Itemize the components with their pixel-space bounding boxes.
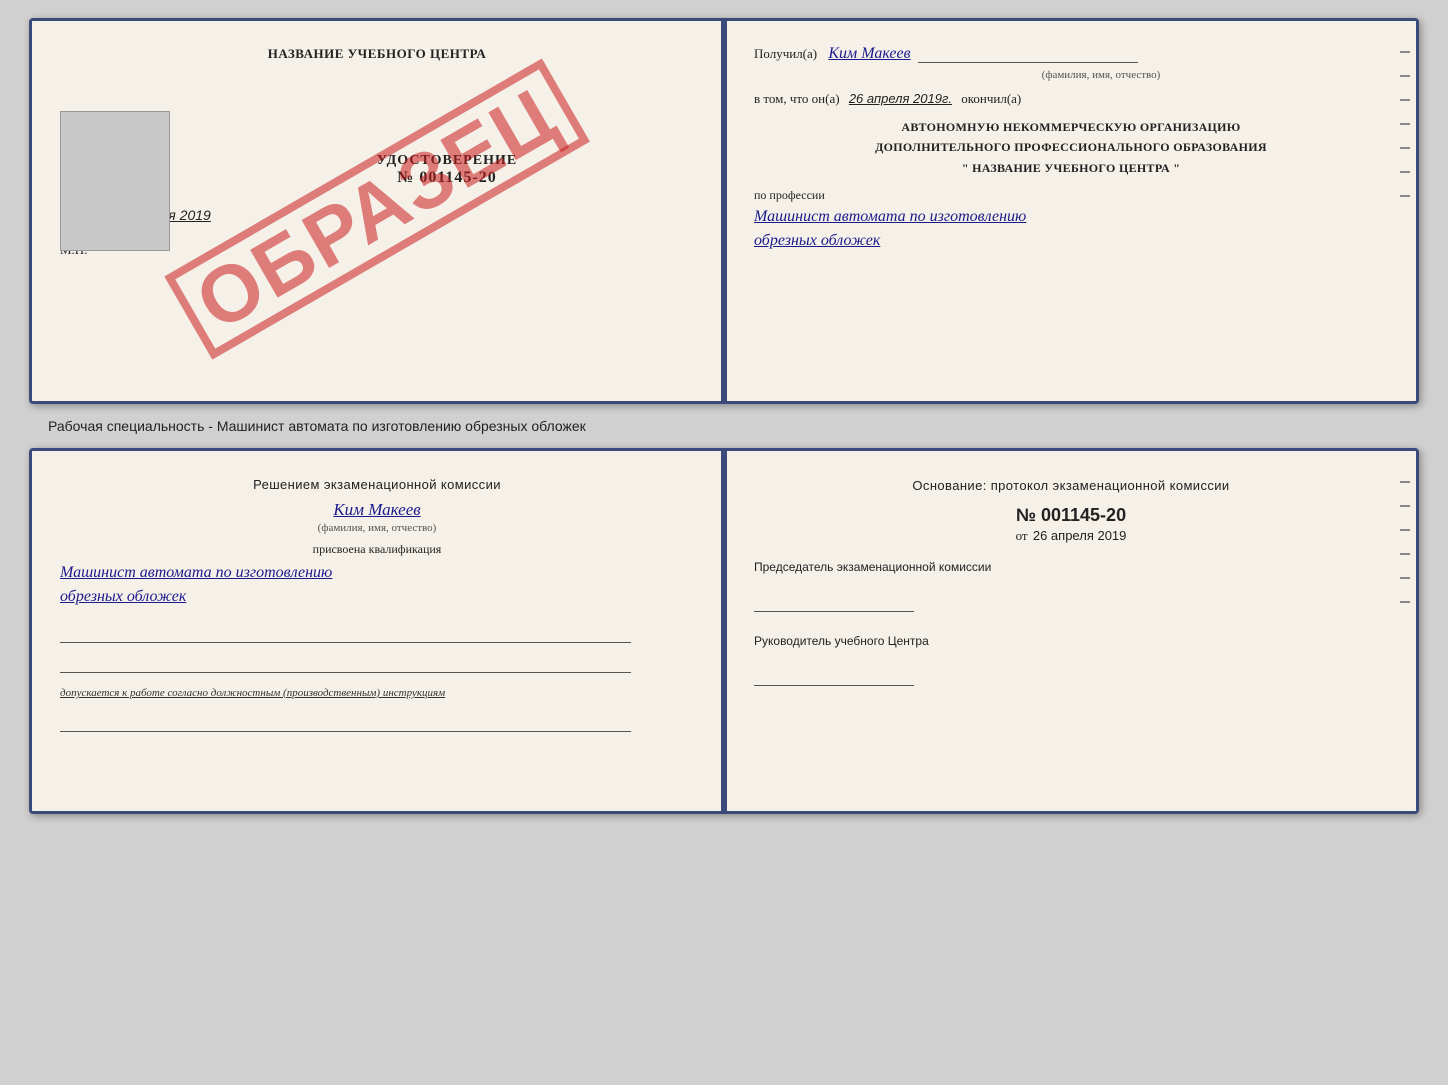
recipient-prefix: Получил(а): [754, 46, 817, 61]
recipient-name: Ким Макеев: [828, 45, 910, 62]
protocol-number: № 001145-20: [754, 505, 1388, 526]
org-block: АВТОНОМНУЮ НЕКОММЕРЧЕСКУЮ ОРГАНИЗАЦИЮ ДО…: [754, 117, 1388, 178]
r2-tick-2: [1400, 505, 1410, 507]
edu-center-name: НАЗВАНИЕ УЧЕБНОГО ЦЕНТРА: [60, 45, 694, 63]
right-edge-marks: [1400, 51, 1410, 197]
profession-line2: обрезных обложек: [754, 229, 1388, 253]
допуск-row: допускается к работе согласно должностны…: [60, 685, 694, 703]
chairman-sig-line: [754, 592, 914, 612]
protocol-date-row: от 26 апреля 2019: [754, 528, 1388, 544]
recipient-row: Получил(а) Ким Макеев: [754, 45, 1388, 63]
blank-line-2: [60, 651, 631, 673]
inner-right-panel: Основание: протокол экзаменационной коми…: [722, 451, 1416, 811]
photo-placeholder: [60, 111, 170, 251]
udost-label: УДОСТОВЕРЕНИЕ: [200, 153, 694, 169]
org-name: " НАЗВАНИЕ УЧЕБНОГО ЦЕНТРА ": [754, 158, 1388, 178]
r2-tick-3: [1400, 529, 1410, 531]
r2-tick-4: [1400, 553, 1410, 555]
protocol-date-value: 26 апреля 2019: [1033, 528, 1127, 543]
inner-right2-edge-marks: [1400, 481, 1410, 603]
profession-line1: Машинист автомата по изготовлению: [754, 205, 1388, 229]
completed-prefix: в том, что он(а): [754, 91, 840, 106]
r2-tick-1: [1400, 481, 1410, 483]
org-line2: ДОПОЛНИТЕЛЬНОГО ПРОФЕССИОНАЛЬНОГО ОБРАЗО…: [754, 137, 1388, 157]
tick-2: [1400, 75, 1410, 77]
director-label: Руководитель учебного Центра: [754, 632, 1388, 650]
tick-7: [1400, 195, 1410, 197]
completed-suffix: окончил(а): [961, 91, 1021, 106]
tick-5: [1400, 147, 1410, 149]
tick-1: [1400, 51, 1410, 53]
decision-person-name: Ким Макеев: [60, 500, 694, 520]
inner-left-panel: Решением экзаменационной комиссии Ким Ма…: [32, 451, 722, 811]
chairman-label: Председатель экзаменационной комиссии: [754, 558, 1388, 576]
basis-title: Основание: протокол экзаменационной коми…: [754, 475, 1388, 497]
tick-4: [1400, 123, 1410, 125]
cert-right-panel: Получил(а) Ким Макеев (фамилия, имя, отч…: [722, 21, 1416, 401]
certificate-card-inner: Решением экзаменационной комиссии Ким Ма…: [29, 448, 1419, 814]
cert-left-panel: НАЗВАНИЕ УЧЕБНОГО ЦЕНТРА УДОСТОВЕРЕНИЕ №…: [32, 21, 722, 401]
qualification-line2: обрезных обложек: [60, 585, 694, 609]
tick-6: [1400, 171, 1410, 173]
profession-label: по профессии: [754, 188, 1388, 203]
blank-line-3: [60, 710, 631, 732]
org-line1: АВТОНОМНУЮ НЕКОММЕРЧЕСКУЮ ОРГАНИЗАЦИЮ: [754, 117, 1388, 137]
certificate-card-front: НАЗВАНИЕ УЧЕБНОГО ЦЕНТРА УДОСТОВЕРЕНИЕ №…: [29, 18, 1419, 404]
r2-tick-6: [1400, 601, 1410, 603]
qualification-label: присвоена квалификация: [60, 542, 694, 557]
cert-number: № 001145-20: [200, 169, 694, 187]
r2-tick-5: [1400, 577, 1410, 579]
decision-person-sublabel: (фамилия, имя, отчество): [60, 522, 694, 534]
completed-date: 26 апреля 2019г.: [849, 91, 952, 106]
recipient-sublabel: (фамилия, имя, отчество): [814, 69, 1388, 81]
blank-line-1: [60, 621, 631, 643]
decision-title: Решением экзаменационной комиссии: [60, 475, 694, 496]
specialty-label: Рабочая специальность - Машинист автомат…: [48, 418, 586, 434]
blank-lines: [60, 621, 694, 673]
tick-3: [1400, 99, 1410, 101]
director-sig-line: [754, 666, 914, 686]
protocol-date-prefix: от: [1016, 528, 1028, 543]
qualification-line1: Машинист автомата по изготовлению: [60, 561, 694, 585]
cert-title-block: НАЗВАНИЕ УЧЕБНОГО ЦЕНТРА: [60, 45, 694, 63]
signatory-block: Председатель экзаменационной комиссии Ру…: [754, 558, 1388, 686]
completed-row: в том, что он(а) 26 апреля 2019г. окончи…: [754, 91, 1388, 107]
dash-line: [918, 62, 1138, 63]
